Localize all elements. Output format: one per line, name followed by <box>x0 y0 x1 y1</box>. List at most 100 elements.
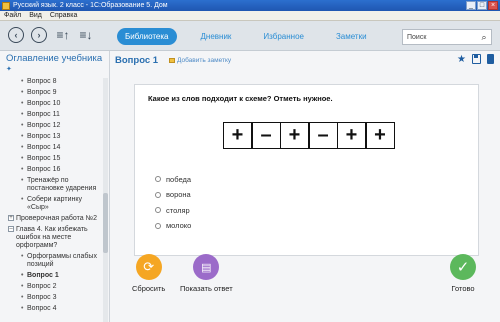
bullet-icon: • <box>21 122 24 129</box>
toc-item[interactable]: • Вопрос 3 <box>0 294 103 302</box>
bullet-icon: • <box>21 144 24 151</box>
question-text: Какое из слов подходит к схеме? Отметь н… <box>148 94 333 103</box>
toc-item[interactable]: • Вопрос 13 <box>0 133 103 141</box>
answer-options: победа ворона столяр молоко <box>155 174 191 236</box>
main-header: Вопрос 1 Добавить заметку ★ <box>110 51 500 69</box>
toc-item[interactable]: • Вопрос 11 <box>0 111 103 119</box>
sort-descending-icon[interactable]: ≡↓ <box>78 27 94 43</box>
main-panel: Вопрос 1 Добавить заметку ★ Какое из сло… <box>110 51 500 322</box>
toc-item[interactable]: • Вопрос 10 <box>0 100 103 108</box>
scheme-cell: + <box>279 122 310 149</box>
checkmark-icon: ✓ <box>450 254 476 280</box>
toc-section[interactable]: + Проверочная работа №2 <box>0 215 103 223</box>
radio-button[interactable] <box>155 222 161 229</box>
bullet-icon: • <box>21 294 24 301</box>
open-book-icon: ▤ <box>193 254 220 280</box>
bullet-icon: • <box>21 253 24 260</box>
toc-section[interactable]: – Глава 4. Как избежать ошибок на месте о… <box>0 226 103 250</box>
nav-tabs: Библиотека Дневник Избранное Заметки <box>117 28 391 45</box>
book-icon[interactable] <box>487 54 494 64</box>
scheme-cell: – <box>251 122 281 149</box>
bullet-icon: • <box>21 305 24 312</box>
scheme-cell: + <box>336 122 367 149</box>
option-item[interactable]: победа <box>155 174 191 184</box>
toc-item[interactable]: • Вопрос 4 <box>0 305 103 313</box>
toolbar: ‹ › ≡↑ ≡↓ Библиотека Дневник Избранное З… <box>0 21 500 51</box>
option-item[interactable]: ворона <box>155 190 191 200</box>
pin-icon[interactable]: ✦ <box>6 66 12 73</box>
menu-file[interactable]: Файл <box>4 12 21 19</box>
done-button[interactable]: ✓ Готово <box>450 254 476 293</box>
toc-item[interactable]: • Собери картинку «Сыр» <box>0 196 103 212</box>
bullet-icon: • <box>21 89 24 96</box>
sidebar-title: Оглавление учебника ✦ <box>6 53 103 74</box>
minimize-button[interactable]: _ <box>466 1 476 10</box>
radio-button[interactable] <box>155 176 161 182</box>
sort-ascending-icon[interactable]: ≡↑ <box>55 27 71 43</box>
toc-item[interactable]: • Орфограммы слабых позиций <box>0 253 103 269</box>
toc-item[interactable]: • Вопрос 16 <box>0 166 103 174</box>
note-icon <box>169 58 175 63</box>
scrollbar-thumb[interactable] <box>103 193 108 253</box>
menu-view[interactable]: Вид <box>29 12 42 19</box>
toc-item[interactable]: • Вопрос 9 <box>0 89 103 97</box>
title-bar: Русский язык. 2 класс - 1С:Образование 5… <box>0 0 500 11</box>
question-card: Какое из слов подходит к схеме? Отметь н… <box>134 84 479 256</box>
bullet-icon: • <box>21 166 24 173</box>
toc-item[interactable]: • Вопрос 2 <box>0 283 103 291</box>
search-placeholder: Поиск <box>407 33 427 41</box>
toc-item-active[interactable]: • Вопрос 1 <box>0 272 103 280</box>
radio-button[interactable] <box>155 191 161 198</box>
tab-library[interactable]: Библиотека <box>117 28 177 45</box>
window-title: Русский язык. 2 класс - 1С:Образование 5… <box>13 2 168 9</box>
star-icon[interactable]: ★ <box>457 54 466 65</box>
header-actions: ★ <box>457 54 494 65</box>
tab-diary[interactable]: Дневник <box>193 28 240 45</box>
menu-help[interactable]: Справка <box>50 12 77 19</box>
refresh-icon: ⟳ <box>135 254 162 280</box>
window-controls: _ □ × <box>466 1 498 10</box>
reset-button[interactable]: ⟳ Сбросить <box>132 254 165 293</box>
toc-item[interactable]: • Вопрос 14 <box>0 144 103 152</box>
page-title: Вопрос 1 <box>115 55 159 66</box>
scheme-cell: + <box>365 122 395 149</box>
forward-icon[interactable]: › <box>31 27 47 43</box>
close-button[interactable]: × <box>488 1 498 10</box>
menu-bar: Файл Вид Справка <box>0 11 500 21</box>
toc-item[interactable]: • Вопрос 15 <box>0 155 103 163</box>
tab-notes[interactable]: Заметки <box>328 28 375 45</box>
word-scheme: + – + – + + <box>222 122 395 149</box>
radio-button[interactable] <box>155 207 161 213</box>
option-item[interactable]: молоко <box>155 221 191 231</box>
bullet-icon: • <box>21 100 24 107</box>
toc-item[interactable]: • Тренажёр по постановке ударения <box>0 177 103 193</box>
maximize-button[interactable]: □ <box>477 1 487 10</box>
toc-item[interactable]: • Вопрос 12 <box>0 122 103 130</box>
option-item[interactable]: столяр <box>155 205 191 215</box>
bullet-icon: • <box>21 111 24 118</box>
expand-icon[interactable]: + <box>8 215 14 221</box>
toc-list: • Вопрос 8 • Вопрос 9 • Вопрос 10 • Вопрос 1… <box>0 78 103 316</box>
bullet-icon: • <box>21 133 24 140</box>
bullet-icon: • <box>21 272 24 279</box>
save-icon[interactable] <box>472 54 481 64</box>
bullet-icon: • <box>21 177 24 184</box>
sidebar-scrollbar[interactable] <box>103 78 108 322</box>
scheme-cell: – <box>308 122 338 149</box>
action-bar: ⟳ Сбросить ▤ Показать ответ ✓ Готово <box>110 254 500 322</box>
search-input[interactable]: Поиск ⌕ <box>402 29 492 45</box>
bullet-icon: • <box>21 155 24 162</box>
bullet-icon: • <box>21 196 24 203</box>
sidebar: Оглавление учебника ✦ • Вопрос 8 • Вопрос … <box>0 51 110 322</box>
toc-item[interactable]: • Вопрос 8 <box>0 78 103 86</box>
tab-favorites[interactable]: Избранное <box>255 28 312 45</box>
search-icon[interactable]: ⌕ <box>477 32 491 43</box>
back-icon[interactable]: ‹ <box>8 27 24 43</box>
bullet-icon: • <box>21 283 24 290</box>
add-note-link[interactable]: Добавить заметку <box>169 57 231 64</box>
bullet-icon: • <box>21 78 24 85</box>
scheme-cell: + <box>222 122 253 149</box>
collapse-icon[interactable]: – <box>8 226 14 232</box>
show-answer-button[interactable]: ▤ Показать ответ <box>180 254 233 293</box>
app-icon <box>2 1 10 10</box>
